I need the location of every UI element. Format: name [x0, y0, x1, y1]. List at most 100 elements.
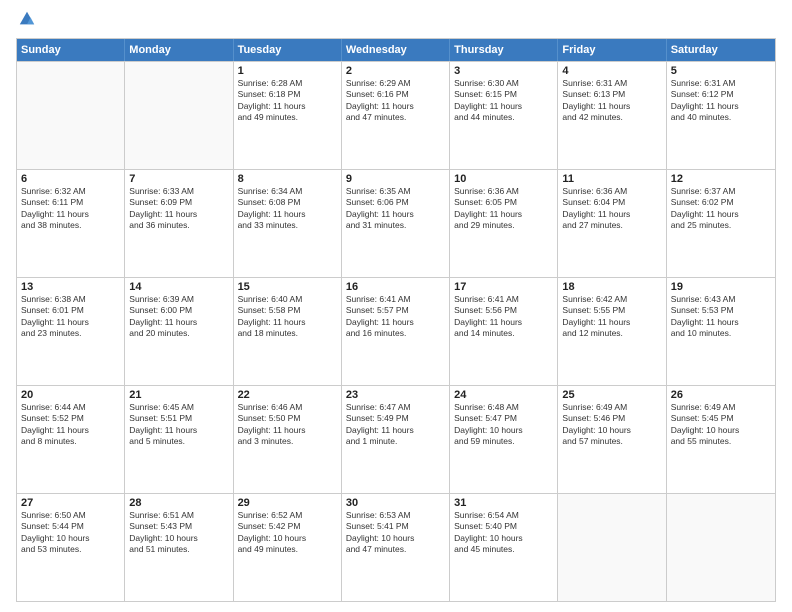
weekday-header-sunday: Sunday [17, 39, 125, 61]
calendar-cell-2: 2Sunrise: 6:29 AMSunset: 6:16 PMDaylight… [342, 62, 450, 169]
cell-info-line: Daylight: 11 hours [346, 425, 445, 436]
cell-info-line: Sunset: 5:52 PM [21, 413, 120, 424]
cell-info-line: Sunrise: 6:54 AM [454, 510, 553, 521]
logo [16, 12, 36, 30]
cell-info-line: Sunset: 5:46 PM [562, 413, 661, 424]
cell-info-line: Daylight: 11 hours [562, 101, 661, 112]
cell-info-line: Sunrise: 6:44 AM [21, 402, 120, 413]
day-number: 6 [21, 173, 120, 185]
day-number: 7 [129, 173, 228, 185]
day-number: 25 [562, 389, 661, 401]
cell-info-line: Daylight: 11 hours [21, 317, 120, 328]
cell-info-line: Sunrise: 6:46 AM [238, 402, 337, 413]
calendar-cell-23: 23Sunrise: 6:47 AMSunset: 5:49 PMDayligh… [342, 386, 450, 493]
cell-info-line: Daylight: 11 hours [346, 101, 445, 112]
cell-info-line: Sunrise: 6:49 AM [671, 402, 771, 413]
cell-info-line: Sunrise: 6:42 AM [562, 294, 661, 305]
cell-info-line: and 8 minutes. [21, 436, 120, 447]
calendar-cell-12: 12Sunrise: 6:37 AMSunset: 6:02 PMDayligh… [667, 170, 775, 277]
cell-info-line: Sunrise: 6:33 AM [129, 186, 228, 197]
calendar-cell-18: 18Sunrise: 6:42 AMSunset: 5:55 PMDayligh… [558, 278, 666, 385]
cell-info-line: Daylight: 11 hours [562, 317, 661, 328]
cell-info-line: and 36 minutes. [129, 220, 228, 231]
day-number: 1 [238, 65, 337, 77]
calendar-cell-10: 10Sunrise: 6:36 AMSunset: 6:05 PMDayligh… [450, 170, 558, 277]
calendar-cell-5: 5Sunrise: 6:31 AMSunset: 6:12 PMDaylight… [667, 62, 775, 169]
calendar-row-3: 20Sunrise: 6:44 AMSunset: 5:52 PMDayligh… [17, 385, 775, 493]
cell-info-line: Sunrise: 6:40 AM [238, 294, 337, 305]
calendar-row-1: 6Sunrise: 6:32 AMSunset: 6:11 PM Daylight… [17, 169, 775, 277]
cell-info-line: Sunset: 5:41 PM [346, 521, 445, 532]
day-number: 28 [129, 497, 228, 509]
cell-info-line: and 5 minutes. [129, 436, 228, 447]
cell-info-line: Sunrise: 6:32 AM [21, 186, 120, 197]
cell-info-line: Sunrise: 6:37 AM [671, 186, 771, 197]
cell-info-line: Sunset: 6:05 PM [454, 197, 553, 208]
weekday-header-monday: Monday [125, 39, 233, 61]
cell-info-line: Daylight: 11 hours [129, 425, 228, 436]
cell-info-line: and 44 minutes. [454, 112, 553, 123]
day-number: 20 [21, 389, 120, 401]
cell-info-line: Sunrise: 6:48 AM [454, 402, 553, 413]
calendar-cell-24: 24Sunrise: 6:48 AMSunset: 5:47 PMDayligh… [450, 386, 558, 493]
calendar: SundayMondayTuesdayWednesdayThursdayFrid… [16, 38, 776, 602]
cell-info-line: Sunset: 5:49 PM [346, 413, 445, 424]
cell-info-line: Sunset: 6:15 PM [454, 89, 553, 100]
calendar-cell-8: 8Sunrise: 6:34 AMSunset: 6:08 PMDaylight… [234, 170, 342, 277]
cell-info-line: Sunrise: 6:28 AM [238, 78, 337, 89]
day-number: 14 [129, 281, 228, 293]
cell-info-line: and 3 minutes. [238, 436, 337, 447]
cell-info-line: Daylight: 11 hours [129, 209, 228, 220]
day-number: 31 [454, 497, 553, 509]
cell-info-line: Daylight: 10 hours [129, 533, 228, 544]
calendar-cell-empty-4-6 [667, 494, 775, 601]
cell-info-line: Sunset: 5:53 PM [671, 305, 771, 316]
calendar-cell-6: 6Sunrise: 6:32 AMSunset: 6:11 PMDaylight… [17, 170, 125, 277]
cell-info-line: and 42 minutes. [562, 112, 661, 123]
cell-info-line: and 40 minutes. [671, 112, 771, 123]
cell-info-line: and 59 minutes. [454, 436, 553, 447]
cell-info-line: Sunrise: 6:50 AM [21, 510, 120, 521]
cell-info-line: Daylight: 10 hours [346, 533, 445, 544]
cell-info-line: Sunset: 6:11 PM [21, 197, 120, 208]
calendar-cell-3: 3Sunrise: 6:30 AMSunset: 6:15 PMDaylight… [450, 62, 558, 169]
cell-info-line: Daylight: 11 hours [238, 425, 337, 436]
calendar-cell-25: 25Sunrise: 6:49 AMSunset: 5:46 PMDayligh… [558, 386, 666, 493]
cell-info-line: Daylight: 11 hours [21, 425, 120, 436]
cell-info-line: and 38 minutes. [21, 220, 120, 231]
calendar-row-2: 13Sunrise: 6:38 AMSunset: 6:01 PMDayligh… [17, 277, 775, 385]
day-number: 24 [454, 389, 553, 401]
cell-info-line: and 16 minutes. [346, 328, 445, 339]
weekday-header-saturday: Saturday [667, 39, 775, 61]
calendar-cell-7: 7Sunrise: 6:33 AMSunset: 6:09 PMDaylight… [125, 170, 233, 277]
day-number: 9 [346, 173, 445, 185]
cell-info-line: Sunrise: 6:38 AM [21, 294, 120, 305]
cell-info-line: Sunset: 6:16 PM [346, 89, 445, 100]
day-number: 11 [562, 173, 661, 185]
calendar-cell-21: 21Sunrise: 6:45 AMSunset: 5:51 PMDayligh… [125, 386, 233, 493]
cell-info-line: Sunrise: 6:45 AM [129, 402, 228, 413]
calendar-cell-9: 9Sunrise: 6:35 AMSunset: 6:06 PMDaylight… [342, 170, 450, 277]
cell-info-line: Sunset: 6:08 PM [238, 197, 337, 208]
cell-info-line: Sunrise: 6:51 AM [129, 510, 228, 521]
day-number: 3 [454, 65, 553, 77]
cell-info-line: Daylight: 11 hours [454, 317, 553, 328]
day-number: 29 [238, 497, 337, 509]
calendar-cell-20: 20Sunrise: 6:44 AMSunset: 5:52 PMDayligh… [17, 386, 125, 493]
cell-info-line: and 20 minutes. [129, 328, 228, 339]
cell-info-line: Daylight: 11 hours [238, 317, 337, 328]
cell-info-line: Sunset: 6:18 PM [238, 89, 337, 100]
calendar-cell-11: 11Sunrise: 6:36 AMSunset: 6:04 PMDayligh… [558, 170, 666, 277]
calendar-cell-31: 31Sunrise: 6:54 AMSunset: 5:40 PMDayligh… [450, 494, 558, 601]
day-number: 12 [671, 173, 771, 185]
cell-info-line: Sunset: 5:56 PM [454, 305, 553, 316]
logo-icon [18, 10, 36, 28]
cell-info-line: Sunset: 5:50 PM [238, 413, 337, 424]
cell-info-line: Sunset: 5:51 PM [129, 413, 228, 424]
cell-info-line: and 45 minutes. [454, 544, 553, 555]
weekday-header-tuesday: Tuesday [234, 39, 342, 61]
calendar-cell-13: 13Sunrise: 6:38 AMSunset: 6:01 PMDayligh… [17, 278, 125, 385]
day-number: 26 [671, 389, 771, 401]
calendar-body: 1Sunrise: 6:28 AMSunset: 6:18 PM Daylight… [17, 61, 775, 601]
cell-info-line: and 51 minutes. [129, 544, 228, 555]
